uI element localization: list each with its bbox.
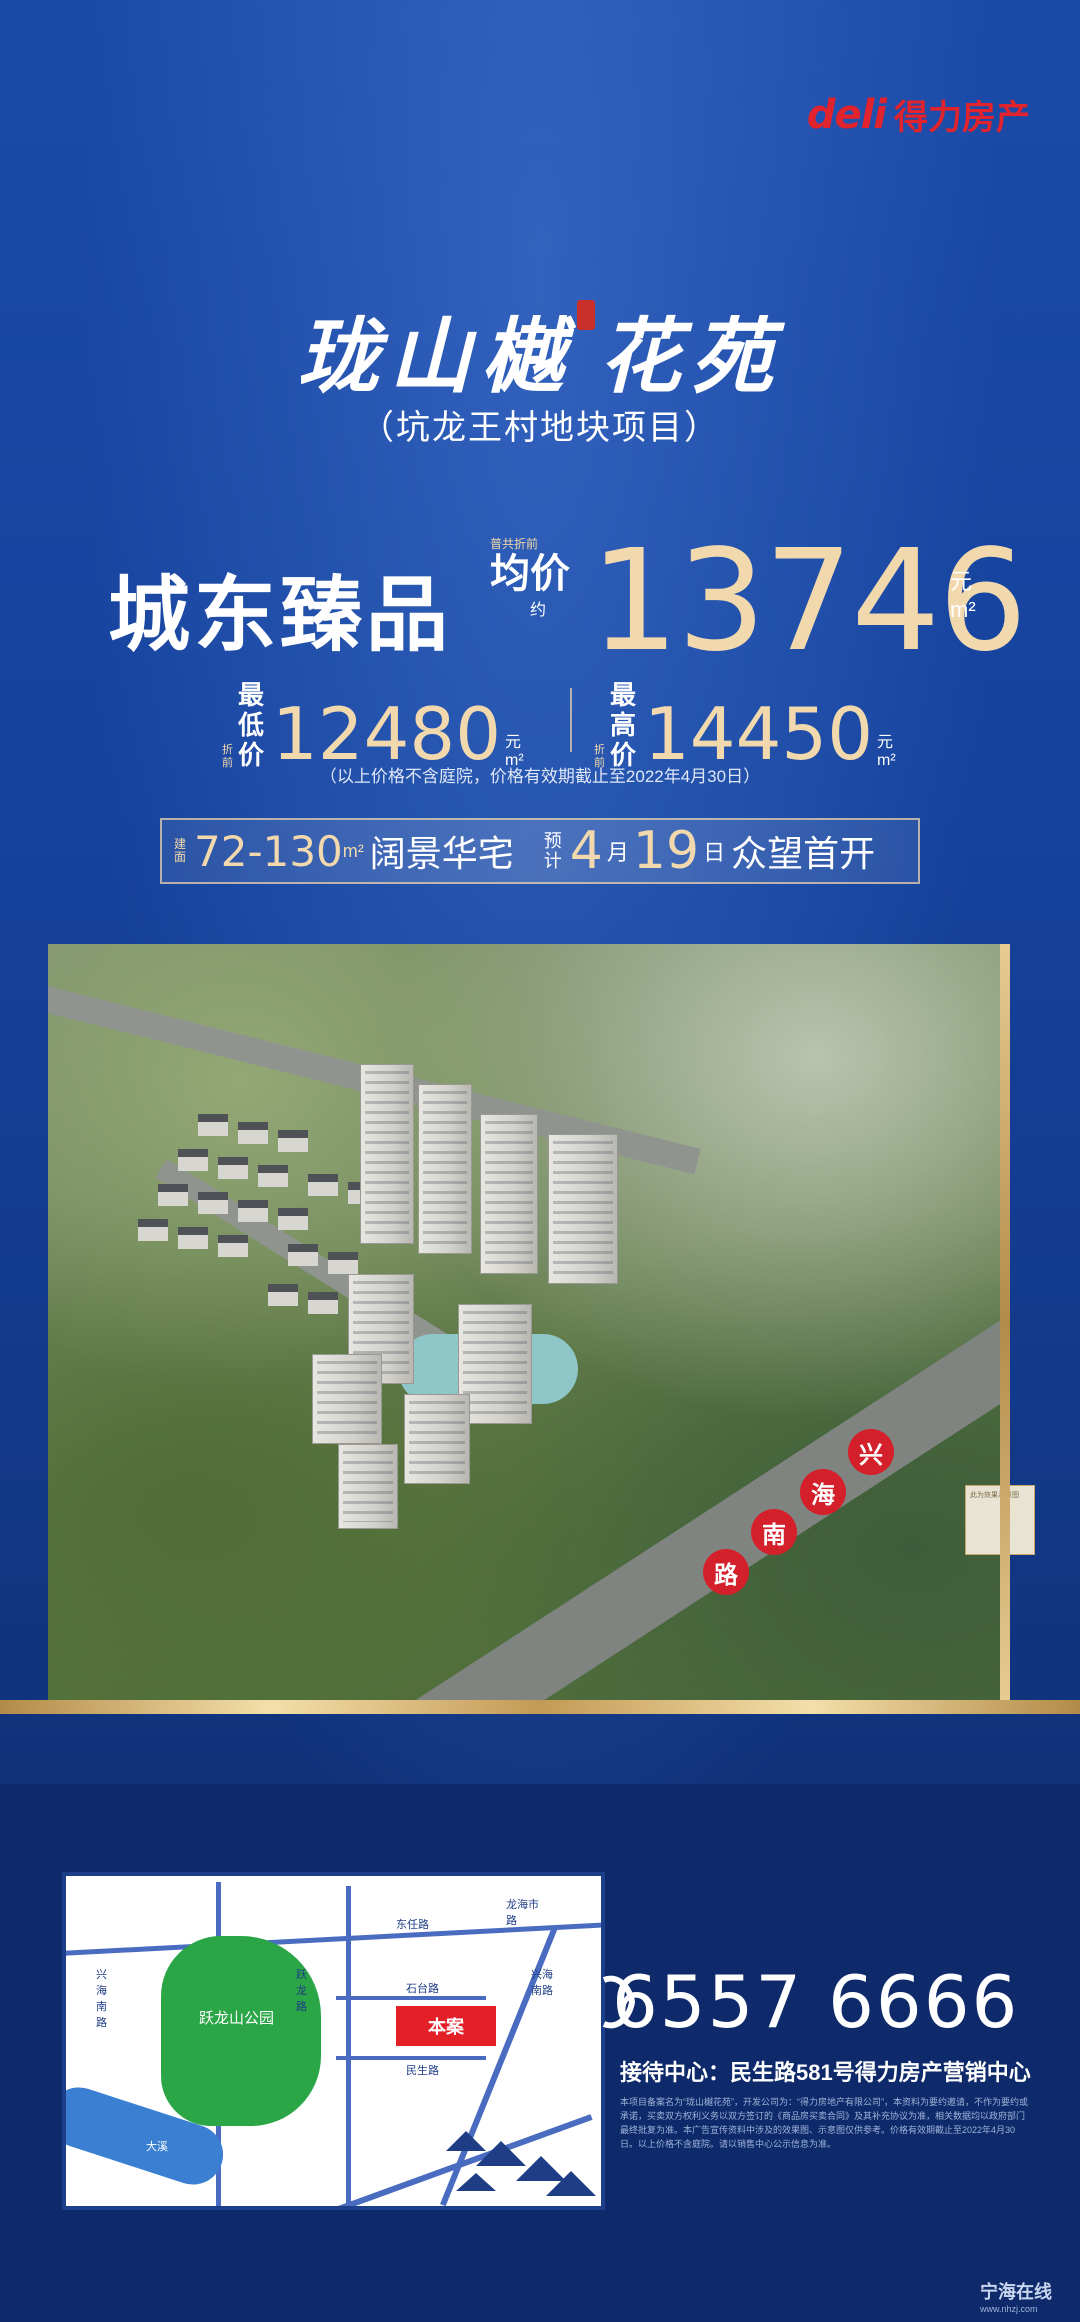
- brand-name: 得力房产: [894, 99, 1030, 137]
- road-label: 东任路: [396, 1919, 429, 1931]
- info-banner: 建面 72-130 m² 阔景华宅 预计 4 月 19 日 众望首开: [160, 818, 920, 884]
- tower-building: [312, 1354, 382, 1444]
- area-unit: m²: [342, 840, 364, 861]
- area-value: 72-130: [194, 826, 343, 876]
- max-price-value: 14450: [644, 692, 874, 776]
- seal-icon: [577, 300, 595, 330]
- min-price-label: 最低价: [238, 680, 265, 770]
- villa: [138, 1219, 168, 1241]
- villa: [308, 1174, 338, 1196]
- project-title-a: 珑山樾: [297, 309, 573, 405]
- approx-label: 约: [530, 602, 547, 619]
- villa: [218, 1157, 248, 1179]
- tower-building: [548, 1134, 618, 1284]
- area-note: 建面: [174, 837, 187, 864]
- deli-logo-mark: deli: [806, 91, 887, 138]
- price-divider: [570, 688, 572, 752]
- open-note: 预计: [543, 831, 562, 871]
- park-name: 跃龙山公园: [199, 2010, 275, 2027]
- road-label: 跃龙路: [296, 1969, 307, 2013]
- project-title: 珑山樾 花苑: [0, 290, 1080, 409]
- project-subtitle: （坑龙王村地块项目）: [360, 409, 720, 447]
- villa: [308, 1292, 338, 1314]
- watermark: 宁海在线 www.nhzj.com: [980, 2278, 1052, 2314]
- tower-building: [404, 1394, 470, 1484]
- min-price-value: 12480: [272, 692, 502, 776]
- villa: [328, 1252, 358, 1274]
- villa: [268, 1284, 298, 1306]
- mountain-icon: [446, 2131, 596, 2196]
- watermark-url: www.nhzj.com: [980, 2304, 1038, 2314]
- tower-building: [338, 1444, 398, 1529]
- road-char-2: 海: [800, 1469, 846, 1515]
- location-map[interactable]: 大溪 跃龙山公园 本案 东任路 龙海市路 兴海南路 石台路 跃龙路 民生路 兴海…: [62, 1872, 605, 2210]
- road-label: 兴海南路: [531, 1969, 553, 1997]
- road-label: 民生路: [406, 2065, 439, 2077]
- villa: [238, 1200, 268, 1222]
- min-price: 折前 最低价 12480 元 m²: [222, 680, 524, 770]
- road-label: 龙海市路: [506, 1899, 539, 1927]
- villa: [258, 1165, 288, 1187]
- map-road: [336, 1996, 486, 2000]
- villa: [278, 1208, 308, 1230]
- park-area: 跃龙山公园: [161, 1936, 321, 2126]
- villa: [198, 1114, 228, 1136]
- watermark-name: 宁海在线: [980, 2282, 1052, 2302]
- road-char-3: 南: [751, 1509, 797, 1555]
- average-price-text: 均价: [490, 552, 570, 596]
- average-price-label: 普共折前 均价 约: [490, 535, 580, 620]
- unit-m2: m²: [950, 597, 976, 622]
- road-char-1: 兴: [848, 1429, 894, 1475]
- slogan: 城东臻品: [108, 570, 453, 661]
- project-title-b: 花苑: [599, 309, 783, 405]
- month-label: 月: [606, 840, 629, 865]
- price-note: （以上价格不含庭院，价格有效期截止至2022年4月30日）: [319, 767, 761, 786]
- max-price: 折前 最高价 14450 元 m²: [594, 680, 896, 770]
- tower-building: [418, 1084, 472, 1254]
- road-char-4: 路: [703, 1549, 749, 1595]
- area-text: 阔景华宅: [369, 833, 514, 874]
- villa: [178, 1227, 208, 1249]
- brand-logo[interactable]: deli 得力房产: [807, 90, 1030, 139]
- tower-building: [360, 1064, 414, 1244]
- villa: [278, 1130, 308, 1152]
- aerial-rendering: 兴 海 南 路: [48, 944, 1008, 1700]
- villa: [218, 1235, 248, 1257]
- gold-divider: [0, 1700, 1080, 1714]
- road-label: 兴海南路: [96, 1969, 107, 2029]
- reception-address: 接待中心：民生路581号得力房产营销中心: [620, 2060, 1031, 2085]
- road-label: 石台路: [406, 1983, 439, 1995]
- average-price-unit: 元 m²: [950, 568, 976, 624]
- disclaimer: 本项目备案名为“珑山樾花苑”，开发公司为：“得力房地产有限公司”，本资料为要约邀…: [620, 2097, 1028, 2149]
- open-text: 众望首开: [731, 833, 876, 874]
- gold-frame: [1000, 944, 1010, 1700]
- map-road: [346, 1886, 351, 2206]
- villa: [158, 1184, 188, 1206]
- max-price-label: 最高价: [610, 680, 637, 770]
- villa: [198, 1192, 228, 1214]
- site-marker[interactable]: 本案: [396, 2006, 496, 2046]
- map-road: [336, 2056, 486, 2060]
- tower-building: [480, 1114, 538, 1274]
- phone-number[interactable]: 6557 6666: [612, 1960, 1019, 2044]
- villa: [238, 1122, 268, 1144]
- day-label: 日: [703, 840, 726, 865]
- unit-yuan: 元: [950, 569, 973, 594]
- open-day: 19: [632, 821, 700, 881]
- average-price-note: 普共折前: [490, 537, 539, 551]
- villa: [178, 1149, 208, 1171]
- open-month: 4: [569, 821, 603, 881]
- river-label: 大溪: [146, 2141, 168, 2153]
- villa: [288, 1244, 318, 1266]
